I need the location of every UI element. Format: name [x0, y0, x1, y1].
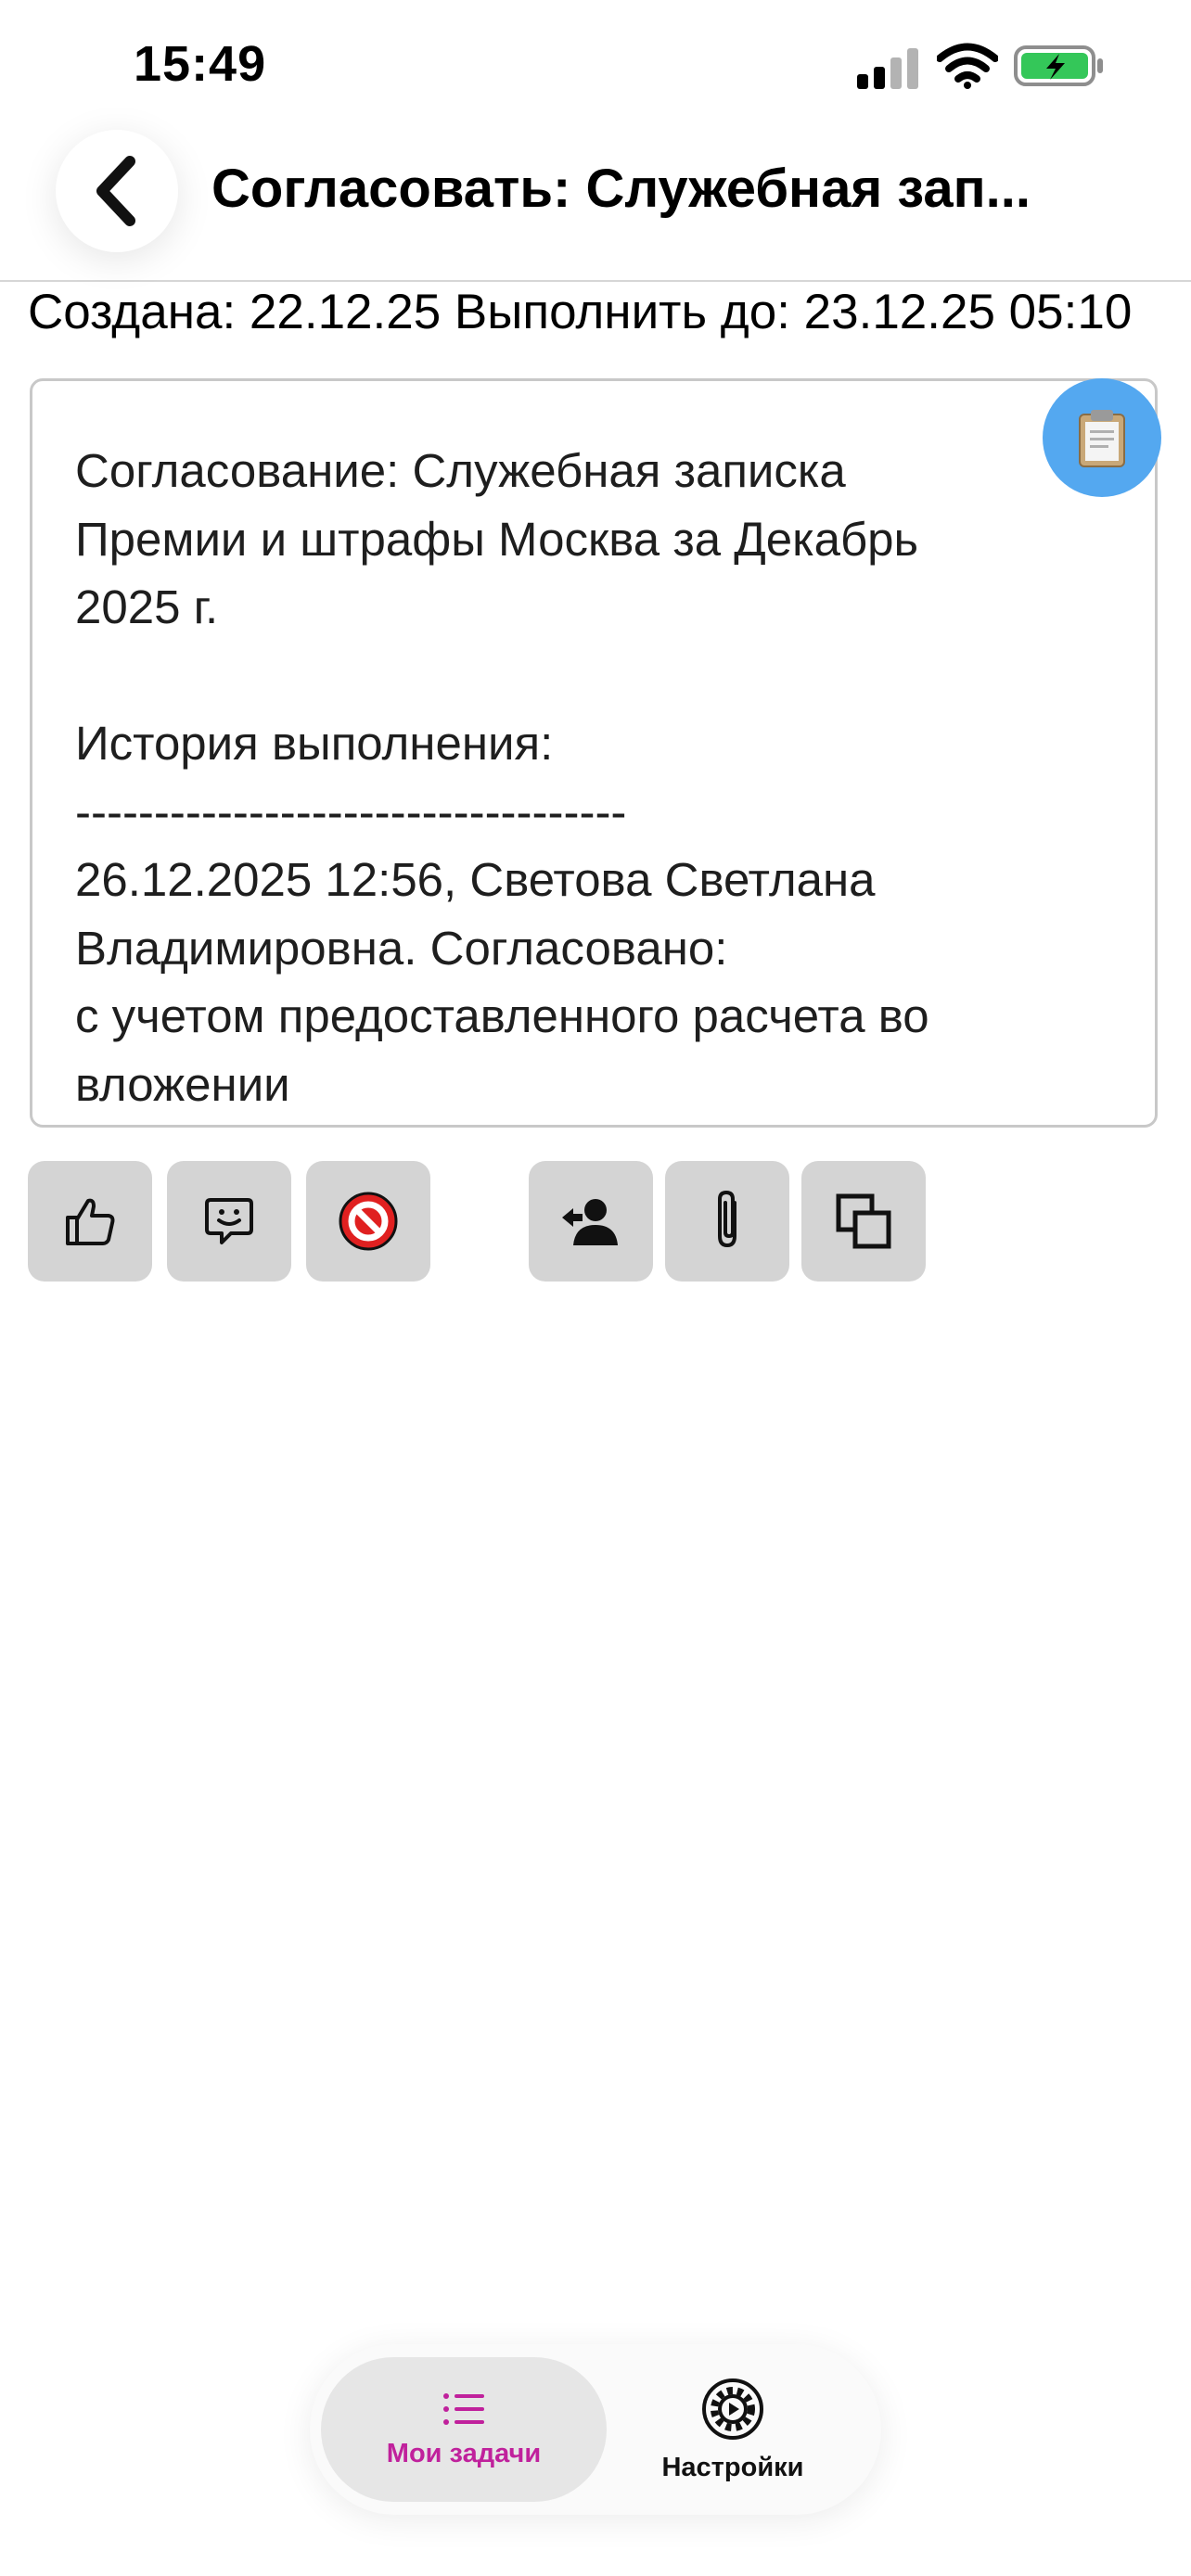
tab-my-tasks[interactable]: Мои задачи — [321, 2357, 607, 2502]
paperclip-icon — [718, 1190, 736, 1248]
task-description-text: Согласование: Служебная записка Премии и… — [75, 444, 929, 1111]
comment-smile-icon — [205, 1198, 253, 1244]
copy-icon — [836, 1193, 891, 1249]
settings-gear-icon — [702, 2378, 763, 2440]
page-title: Согласовать: Служебная зап... — [211, 159, 1031, 219]
reject-icon — [339, 1192, 398, 1251]
back-button[interactable] — [56, 130, 178, 252]
chevron-left-icon — [96, 156, 135, 226]
battery-charging-icon — [1014, 45, 1103, 86]
delegate-user-icon — [562, 1199, 618, 1245]
thumbs-up-icon — [66, 1198, 115, 1245]
tab-settings-label: Настройки — [661, 2452, 804, 2482]
bottom-tab-bar: Мои задачи Настройки — [310, 2344, 881, 2515]
attachments-button[interactable] — [665, 1161, 789, 1282]
task-description-box[interactable]: Согласование: Служебная записка Премии и… — [30, 378, 1158, 1128]
tab-settings[interactable]: Настройки — [590, 2357, 876, 2502]
cellular-signal-icon — [857, 48, 918, 89]
copy-task-button[interactable] — [801, 1161, 926, 1282]
header: Согласовать: Служебная зап... — [0, 130, 1191, 282]
list-icon — [443, 2392, 484, 2425]
reject-button[interactable] — [306, 1161, 430, 1282]
clipboard-icon — [1079, 410, 1125, 467]
delegate-button[interactable] — [529, 1161, 653, 1282]
approve-button[interactable] — [28, 1161, 152, 1282]
copy-text-button[interactable] — [1043, 378, 1161, 497]
status-bar: 15:49 — [0, 0, 1191, 130]
status-time: 15:49 — [134, 36, 267, 92]
tab-my-tasks-label: Мои задачи — [386, 2438, 542, 2468]
wifi-icon — [937, 43, 998, 89]
task-dates: Создана: 22.12.25 Выполнить до: 23.12.25… — [28, 285, 1133, 339]
comment-button[interactable] — [167, 1161, 291, 1282]
